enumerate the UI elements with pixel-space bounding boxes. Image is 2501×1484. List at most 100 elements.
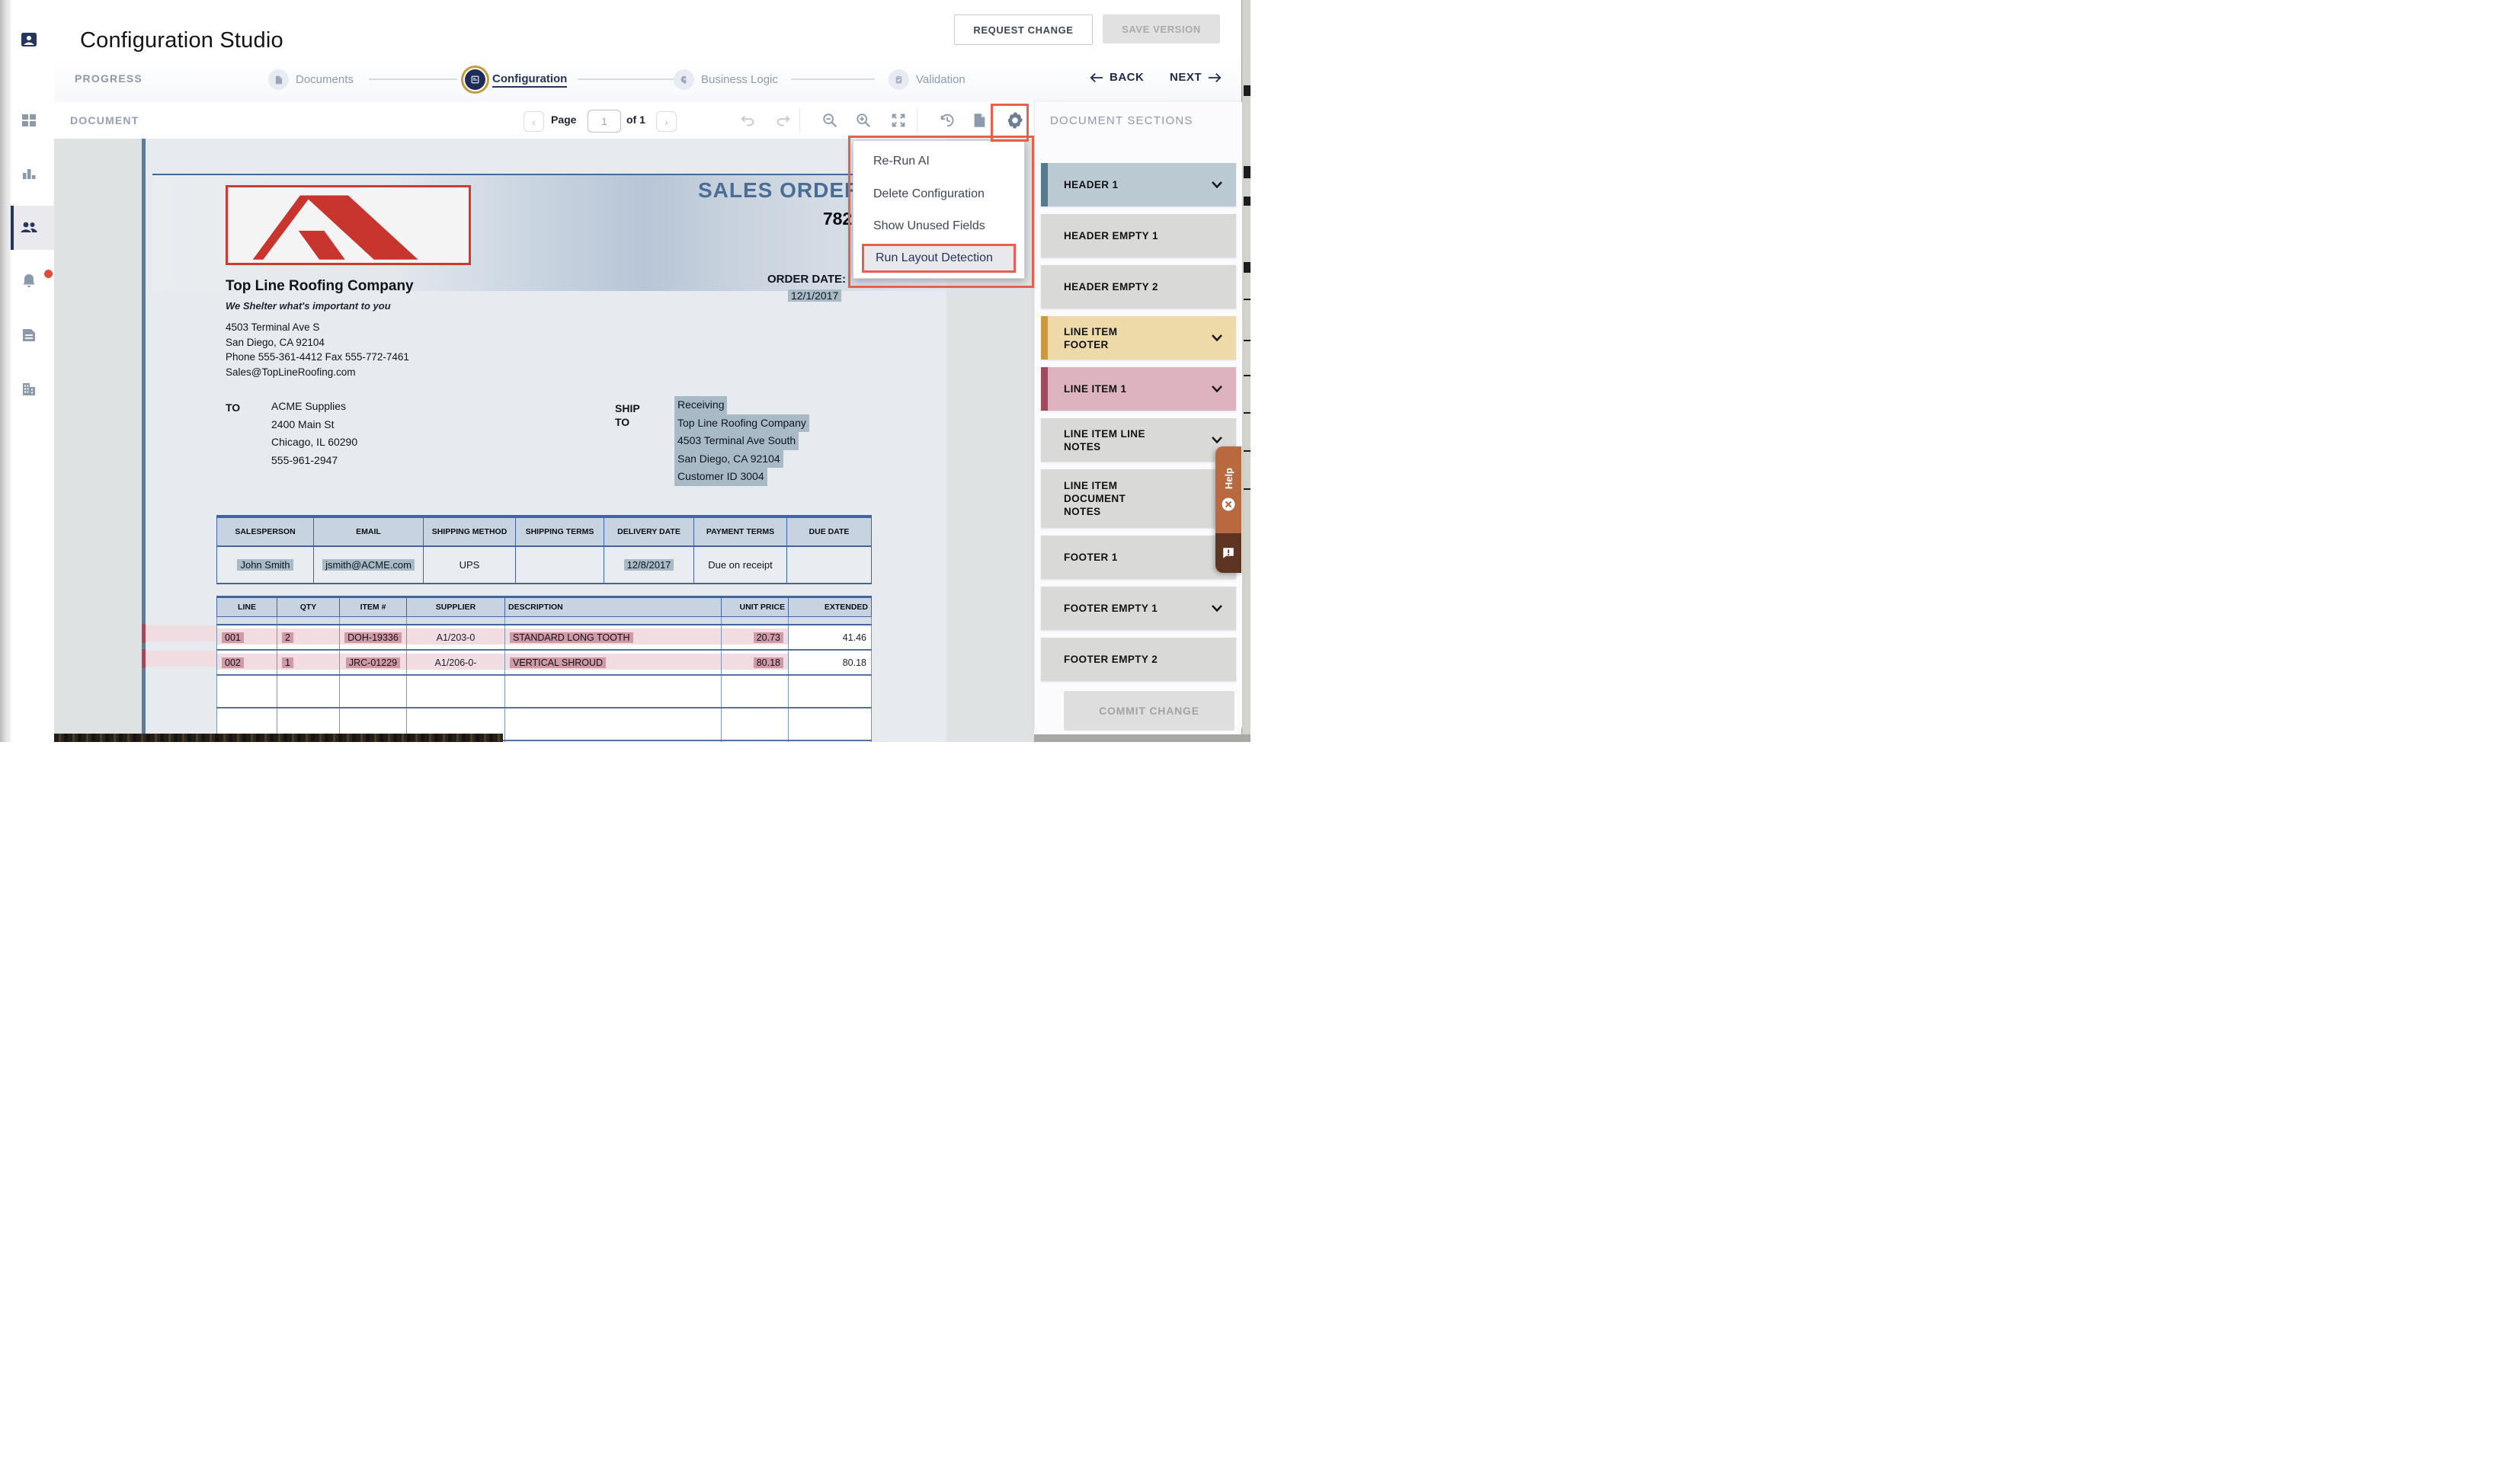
account-badge-icon[interactable] [20,30,38,49]
section-footer-empty-2[interactable]: FOOTER EMPTY 2 [1041,638,1236,681]
description-field[interactable]: VERTICAL SHROUD [510,657,606,668]
order-date-value[interactable]: 12/1/2017 [788,289,841,302]
configuration-step-icon [465,69,485,90]
history-icon[interactable] [939,112,956,129]
dashboard-icon[interactable] [20,111,38,130]
step-connector [578,78,675,80]
ship-to-field[interactable]: Customer ID 3004 [674,468,767,486]
back-button[interactable]: BACK [1090,71,1144,84]
column-header: UNIT PRICE [722,597,789,617]
fullscreen-icon[interactable] [890,112,907,129]
desktop-strip [1034,734,1250,742]
unit-price-field[interactable]: 80.18 [754,657,783,668]
help-tab-bottom[interactable] [1215,533,1241,573]
redo-icon[interactable] [774,112,791,129]
order-info-header-row: SALESPERSON EMAIL SHIPPING METHOD SHIPPI… [217,517,872,546]
company-address: 4503 Terminal Ave S San Diego, CA 92104 … [226,320,409,379]
bar-chart-icon[interactable] [20,165,38,183]
chevron-down-icon[interactable] [1212,334,1222,341]
column-header: LINE [217,597,277,617]
column-header: ITEM # [340,597,407,617]
delivery-date-field[interactable]: 12/8/2017 [624,559,674,571]
item-number-field[interactable]: DOH-19336 [344,632,402,643]
section-header-empty-2[interactable]: HEADER EMPTY 2 [1041,265,1236,309]
page-number-input[interactable] [588,110,621,133]
line-row-band [146,651,216,667]
chevron-down-icon[interactable] [1212,605,1222,612]
chevron-down-icon[interactable] [1212,181,1222,188]
save-version-button[interactable]: SAVE VERSION [1103,14,1220,43]
notifications-bell-icon[interactable] [20,272,38,290]
column-header: DELIVERY DATE [604,517,694,546]
column-header: EMAIL [314,517,424,546]
commit-change-button[interactable]: COMMIT CHANGE [1064,691,1234,731]
section-line-item-line-notes[interactable]: LINE ITEM LINE NOTES [1041,418,1236,462]
ship-to-field[interactable]: 4503 Terminal Ave South [674,432,799,450]
toolbar-divider [799,108,800,133]
salesperson-field[interactable]: John Smith [237,559,293,571]
users-icon[interactable] [20,218,38,236]
due-date-cell [787,546,872,584]
ship-to-field[interactable]: San Diego, CA 92104 [674,450,783,469]
shipping-method-cell: UPS [424,546,516,584]
menu-item-rerun-ai[interactable]: Re-Run AI [853,146,1024,177]
line-item-row: 001 2 DOH-19336 A1/203-0 STANDARD LONG T… [217,625,872,650]
empty-line-row [217,675,872,708]
page-prev-button[interactable]: ‹ [524,111,544,132]
menu-item-delete-configuration[interactable]: Delete Configuration [853,179,1024,209]
sidebar-active-bar [11,206,14,250]
page-header: Configuration Studio REQUEST CHANGE SAVE… [54,0,1241,57]
email-field[interactable]: jsmith@ACME.com [322,559,415,571]
unit-price-field[interactable]: 20.73 [754,632,783,643]
document-icon[interactable] [20,326,38,344]
section-line-item-1[interactable]: LINE ITEM 1 [1041,367,1236,411]
line-number-field[interactable]: 001 [222,632,244,643]
help-tab[interactable]: Help [1215,446,1241,573]
request-change-button[interactable]: REQUEST CHANGE [954,14,1093,45]
zoom-out-icon[interactable] [821,112,838,129]
help-tab-top[interactable]: Help [1215,446,1241,533]
zoom-in-icon[interactable] [855,112,872,129]
section-header-empty-1[interactable]: HEADER EMPTY 1 [1041,214,1236,257]
section-footer-empty-1[interactable]: FOOTER EMPTY 1 [1041,587,1236,630]
step-configuration[interactable]: Configuration [465,69,567,90]
qty-field[interactable]: 2 [282,632,293,643]
section-footer-1[interactable]: FOOTER 1 [1041,536,1236,579]
bill-to-address: ACME Supplies 2400 Main St Chicago, IL 6… [271,398,357,469]
section-line-item-document-notes[interactable]: LINE ITEM DOCUMENT NOTES [1041,469,1236,528]
header-top-rule [152,174,865,175]
line-item-row: 002 1 JRC-01229 A1/206-0- VERTICAL SHROU… [217,650,872,675]
description-field[interactable]: STANDARD LONG TOOTH [510,632,633,643]
next-arrow-icon [1208,72,1222,83]
chevron-down-icon[interactable] [1212,437,1222,443]
menu-item-run-layout-detection[interactable]: Run Layout Detection [862,244,1016,273]
sales-order-page: SALES ORDER 7825 Top Line Roofing Compan… [146,139,946,742]
ship-to-field[interactable]: Receiving [674,396,727,414]
line-number-field[interactable]: 002 [222,657,244,668]
section-accent-bar [1041,316,1048,360]
help-close-icon[interactable] [1221,497,1236,512]
page-of-label: of 1 [626,114,645,126]
step-business-logic[interactable]: Business Logic [674,69,778,90]
ship-to-field[interactable]: Top Line Roofing Company [674,414,809,433]
step-documents[interactable]: Documents [268,69,354,90]
column-header: SUPPLIER [407,597,505,617]
page-next-button[interactable]: › [656,111,677,132]
item-number-field[interactable]: JRC-01229 [346,657,400,668]
section-line-item-footer[interactable]: LINE ITEM FOOTER [1041,316,1236,360]
back-arrow-icon [1090,72,1103,83]
documents-step-icon [268,69,289,90]
shipping-terms-cell [516,546,604,584]
new-document-icon[interactable] [971,112,988,129]
feedback-chat-icon[interactable] [1222,546,1235,560]
undo-icon[interactable] [740,112,757,129]
section-header-1[interactable]: HEADER 1 [1041,163,1236,206]
settings-gear-icon[interactable] [1006,111,1024,130]
qty-field[interactable]: 1 [282,657,293,668]
page-title: Configuration Studio [80,28,283,53]
next-button[interactable]: NEXT [1170,71,1222,84]
company-building-icon[interactable] [20,380,38,398]
menu-item-show-unused-fields[interactable]: Show Unused Fields [853,211,1024,241]
chevron-down-icon[interactable] [1212,385,1222,392]
step-validation[interactable]: Validation [889,69,965,90]
